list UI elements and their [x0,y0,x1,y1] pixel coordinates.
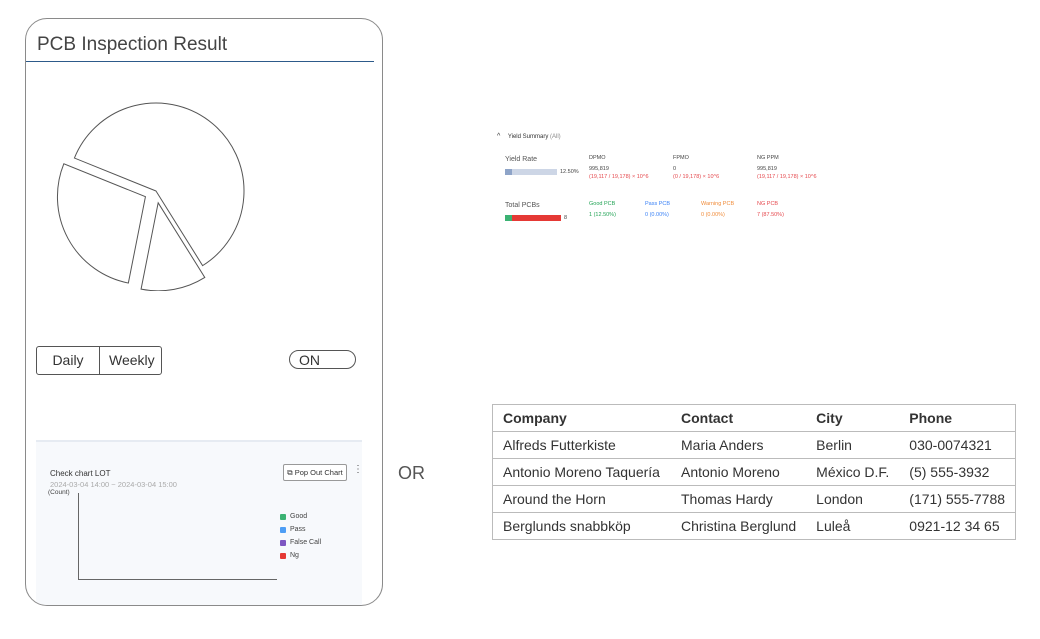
yield-rate-bar-fill [505,169,512,175]
ng-ppm-formula: (19,117 / 19,178) × 10^6 [757,174,817,180]
customers-table: Company Contact City Phone Alfreds Futte… [492,404,1017,540]
good-pcb-value: 1 (12.50%) [589,212,616,218]
pop-out-label: Pop Out Chart [294,468,343,477]
cell-city: México D.F. [806,458,900,486]
ng-ppm-label: NG PPM [757,155,779,161]
pass-pcb-label: Pass PCB [645,201,671,207]
ng-ppm-value: 995,819 [757,166,777,172]
warning-pcb-label: Warning PCB [701,201,735,207]
collapse-caret-icon: ^ [497,133,501,140]
yield-rate-label: Yield Rate [505,156,538,163]
cell-contact: Antonio Moreno [671,458,807,486]
table-row: Alfreds Futterkiste Maria Anders Berlin … [492,431,1017,459]
yield-summary-panel: ^ Yield Summary (All) Yield Rate 12.50% … [497,131,827,231]
pass-pcb-value: 0 (0.00%) [645,212,669,218]
mini-chart-title: Check chart LOT [50,469,111,478]
yield-summary-scope: (All) [550,134,561,140]
cell-company: Alfreds Futterkiste [492,431,671,459]
fpmo-formula: (0 / 19,178) × 10^6 [673,174,720,180]
legend-item-false-call[interactable]: False Call [280,536,321,549]
dpmo-label: DPMO [589,155,606,161]
total-pcbs-bar [505,215,561,221]
cell-phone: (171) 555-7788 [899,485,1017,513]
cell-phone: 030-0074321 [899,431,1017,459]
range-segmented-control: Daily Weekly [36,346,162,375]
legend-swatch [280,539,286,546]
legend-label: Ng [290,552,299,559]
cell-company: Berglunds snabbköp [492,512,671,540]
pop-out-icon: ⧉ [287,468,293,477]
on-toggle[interactable]: ON [289,350,356,369]
title-divider [26,61,374,62]
legend-label: Pass [290,526,306,533]
mini-chart-y-label: (Count) [48,489,70,496]
table-row: Antonio Moreno Taquería Antonio Moreno M… [492,458,1017,486]
legend-swatch [280,526,286,533]
legend-item-ng[interactable]: Ng [280,549,321,562]
mini-chart-x-axis [78,579,277,580]
good-pcb-label: Good PCB [589,201,616,207]
cell-phone: (5) 555-3932 [899,458,1017,486]
dpmo-formula: (19,117 / 19,178) × 10^6 [589,174,649,180]
cell-company: Around the Horn [492,485,671,513]
table-row: Around the Horn Thomas Hardy London (171… [492,485,1017,513]
or-separator: OR [398,463,425,483]
pop-out-chart-button[interactable]: ⧉ Pop Out Chart [283,464,347,481]
ng-pcb-value: 7 (87.50%) [757,212,784,218]
total-pcbs-label: Total PCBs [505,202,540,209]
column-header-phone: Phone [899,404,1017,432]
tab-weekly[interactable]: Weekly [99,347,161,374]
legend-item-pass[interactable]: Pass [280,523,321,536]
cell-city: Berlin [806,431,900,459]
check-chart-lot-panel: Check chart LOT 2024-03-04 14:00 ~ 2024-… [36,440,363,605]
card-title: PCB Inspection Result [37,34,228,55]
cell-city: London [806,485,900,513]
cell-city: Luleå [806,512,900,540]
mini-chart-legend: Good Pass False Call Ng [280,510,321,562]
legend-swatch [280,513,286,520]
mini-chart-y-axis [78,493,79,579]
legend-label: False Call [290,539,322,546]
yield-summary-title: Yield Summary [507,134,549,140]
ng-pcb-label: NG PCB [757,201,779,207]
yield-summary-header[interactable]: ^ Yield Summary (All) [497,133,561,140]
tab-daily[interactable]: Daily [37,347,99,374]
inspection-pie-chart [56,102,245,291]
table-header-row: Company Contact City Phone [492,404,1017,432]
total-pcbs-value: 8 [564,215,568,221]
yield-rate-bar [505,169,557,175]
legend-label: Good [290,513,308,520]
column-header-city: City [806,404,900,432]
cell-company: Antonio Moreno Taquería [492,458,671,486]
cell-contact: Maria Anders [671,431,807,459]
pcb-inspection-card: PCB Inspection Result Daily Weekly ON Ch… [25,18,383,606]
fpmo-value: 0 [673,166,677,172]
warning-pcb-value: 0 (0.00%) [701,212,725,218]
yield-rate-value: 12.50% [560,169,579,175]
table-row: Berglunds snabbköp Christina Berglund Lu… [492,512,1017,540]
legend-item-good[interactable]: Good [280,510,321,523]
legend-swatch [280,552,286,559]
column-header-contact: Contact [671,404,807,432]
column-header-company: Company [492,404,671,432]
cell-phone: 0921-12 34 65 [899,512,1017,540]
cell-contact: Christina Berglund [671,512,807,540]
ng-segment [512,215,561,221]
mini-chart-range: 2024-03-04 14:00 ~ 2024-03-04 15:00 [50,480,177,489]
fpmo-label: FPMO [673,155,689,161]
good-segment [505,215,512,221]
cell-contact: Thomas Hardy [671,485,807,513]
dpmo-value: 995,819 [589,166,609,172]
more-menu-icon[interactable]: ⋮ [353,464,363,475]
